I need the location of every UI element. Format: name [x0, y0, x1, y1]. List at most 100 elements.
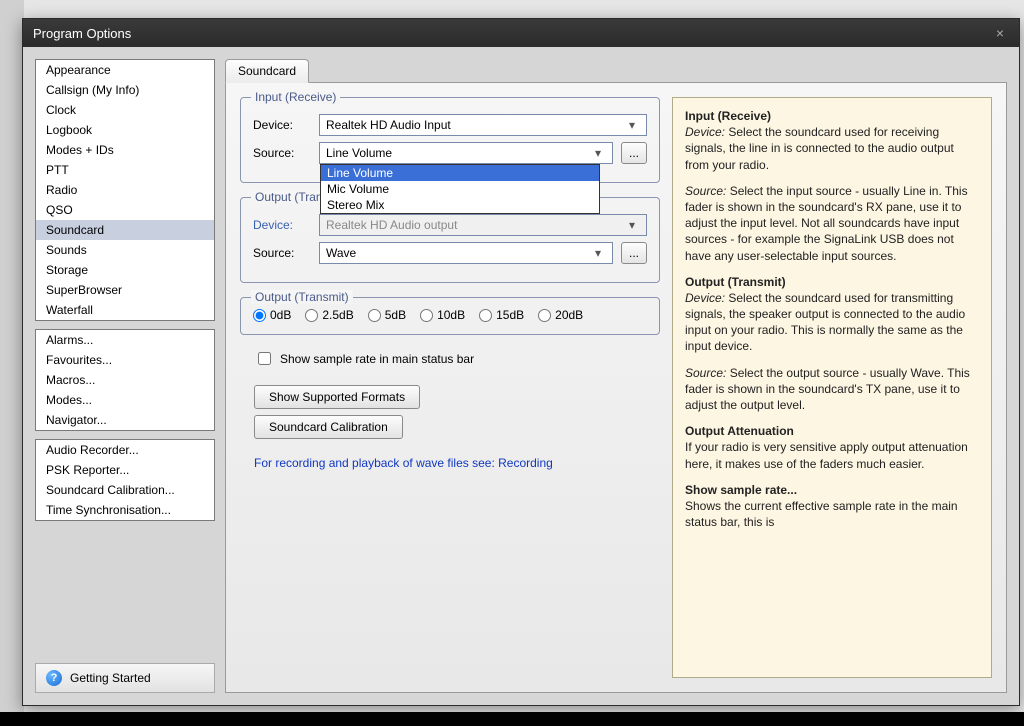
- chevron-down-icon: ▾: [624, 218, 640, 232]
- output-source-more-button[interactable]: ...: [621, 242, 647, 264]
- output-attenuation-legend: Output (Transmit): [251, 290, 353, 304]
- titlebar: Program Options ×: [23, 19, 1019, 47]
- atten-radio-2-5db[interactable]: 2.5dB: [305, 308, 353, 322]
- sidebar-item-time-sync[interactable]: Time Synchronisation...: [36, 500, 214, 520]
- atten-radio-15db[interactable]: 15dB: [479, 308, 524, 322]
- recording-link[interactable]: For recording and playback of wave files…: [254, 456, 660, 470]
- help-p3b: Select the soundcard used for transmitti…: [685, 291, 965, 354]
- source-option-line-volume[interactable]: Line Volume: [321, 165, 599, 181]
- atten-radio-input-20db[interactable]: [538, 309, 551, 322]
- help-p2a: Source:: [685, 184, 726, 198]
- nav-list-2: Alarms... Favourites... Macros... Modes.…: [35, 329, 215, 431]
- output-device-value: Realtek HD Audio output: [326, 218, 457, 232]
- show-supported-formats-button[interactable]: Show Supported Formats: [254, 385, 420, 409]
- input-source-combo[interactable]: Line Volume ▾ Line Volume Mic Volume Ste…: [319, 142, 613, 164]
- atten-radio-input-0db[interactable]: [253, 309, 266, 322]
- show-sample-rate-input[interactable]: [258, 352, 271, 365]
- sidebar-item-appearance[interactable]: Appearance: [36, 60, 214, 80]
- sidebar-item-radio[interactable]: Radio: [36, 180, 214, 200]
- atten-radio-10db[interactable]: 10dB: [420, 308, 465, 322]
- sidebar-item-alarms[interactable]: Alarms...: [36, 330, 214, 350]
- sidebar-item-waterfall[interactable]: Waterfall: [36, 300, 214, 320]
- bottom-strip: [0, 712, 1024, 726]
- output-source-combo[interactable]: Wave ▾: [319, 242, 613, 264]
- sidebar-item-navigator[interactable]: Navigator...: [36, 410, 214, 430]
- left-window-fragment: [0, 0, 24, 726]
- main-panel: Soundcard Input (Receive) Device: Realte…: [225, 59, 1007, 693]
- dialog-body: Appearance Callsign (My Info) Clock Logb…: [23, 47, 1019, 705]
- show-sample-rate-checkbox[interactable]: Show sample rate in main status bar: [254, 349, 660, 368]
- help-icon: ?: [46, 670, 62, 686]
- sidebar-item-callsign[interactable]: Callsign (My Info): [36, 80, 214, 100]
- sidebar-item-modes[interactable]: Modes...: [36, 390, 214, 410]
- close-icon[interactable]: ×: [991, 24, 1009, 42]
- help-p1a: Device:: [685, 125, 725, 139]
- source-option-mic-volume[interactable]: Mic Volume: [321, 181, 599, 197]
- nav-list-1: Appearance Callsign (My Info) Clock Logb…: [35, 59, 215, 321]
- atten-radio-20db[interactable]: 20dB: [538, 308, 583, 322]
- sidebar-item-storage[interactable]: Storage: [36, 260, 214, 280]
- help-p1b: Select the soundcard used for receiving …: [685, 125, 954, 171]
- help-panel[interactable]: Input (Receive) Device: Select the sound…: [672, 97, 992, 678]
- getting-started-label: Getting Started: [70, 671, 151, 685]
- sidebar-item-favourites[interactable]: Favourites...: [36, 350, 214, 370]
- atten-radio-0db[interactable]: 0dB: [253, 308, 291, 322]
- sidebar-item-psk-reporter[interactable]: PSK Reporter...: [36, 460, 214, 480]
- atten-radio-input-5db[interactable]: [368, 309, 381, 322]
- sidebar-item-macros[interactable]: Macros...: [36, 370, 214, 390]
- sidebar-item-logbook[interactable]: Logbook: [36, 120, 214, 140]
- atten-label-2-5db: 2.5dB: [322, 308, 353, 322]
- input-receive-legend: Input (Receive): [251, 90, 340, 104]
- atten-radio-input-10db[interactable]: [420, 309, 433, 322]
- input-device-label: Device:: [253, 118, 311, 132]
- atten-radio-input-2-5db[interactable]: [305, 309, 318, 322]
- input-device-combo[interactable]: Realtek HD Audio Input ▾: [319, 114, 647, 136]
- atten-label-20db: 20dB: [555, 308, 583, 322]
- nav-list-3: Audio Recorder... PSK Reporter... Soundc…: [35, 439, 215, 521]
- output-source-label: Source:: [253, 246, 311, 260]
- sidebar-item-superbrowser[interactable]: SuperBrowser: [36, 280, 214, 300]
- help-p5: If your radio is very sensitive apply ou…: [685, 440, 968, 470]
- input-source-value: Line Volume: [326, 146, 392, 160]
- sidebar-item-ptt[interactable]: PTT: [36, 160, 214, 180]
- help-h3: Output Attenuation: [685, 424, 794, 438]
- sidebar-item-soundcard-calibration[interactable]: Soundcard Calibration...: [36, 480, 214, 500]
- help-p4a: Source:: [685, 366, 726, 380]
- atten-radio-5db[interactable]: 5dB: [368, 308, 406, 322]
- sidebar-item-soundcard[interactable]: Soundcard: [36, 220, 214, 240]
- atten-label-5db: 5dB: [385, 308, 406, 322]
- atten-radio-input-15db[interactable]: [479, 309, 492, 322]
- ellipsis-icon: ...: [629, 146, 639, 160]
- output-attenuation-group: Output (Transmit) 0dB 2.5dB 5dB 10dB 15d…: [240, 297, 660, 335]
- tab-row: Soundcard: [225, 59, 1007, 83]
- sidebar-item-audio-recorder[interactable]: Audio Recorder...: [36, 440, 214, 460]
- atten-label-10db: 10dB: [437, 308, 465, 322]
- window-title: Program Options: [33, 26, 131, 41]
- sidebar-item-sounds[interactable]: Sounds: [36, 240, 214, 260]
- settings-column: Input (Receive) Device: Realtek HD Audio…: [240, 97, 660, 678]
- attenuation-radios: 0dB 2.5dB 5dB 10dB 15dB 20dB: [253, 308, 647, 322]
- chevron-down-icon: ▾: [590, 146, 606, 160]
- help-h4: Show sample rate...: [685, 483, 797, 497]
- tab-page: Input (Receive) Device: Realtek HD Audio…: [225, 82, 1007, 693]
- sidebar-item-qso[interactable]: QSO: [36, 200, 214, 220]
- sidebar-item-clock[interactable]: Clock: [36, 100, 214, 120]
- output-device-label: Device:: [253, 218, 311, 232]
- help-p2b: Select the input source - usually Line i…: [685, 184, 968, 263]
- chevron-down-icon: ▾: [590, 246, 606, 260]
- input-source-dropdown: Line Volume Mic Volume Stereo Mix: [320, 164, 600, 214]
- options-dialog: Program Options × Appearance Callsign (M…: [22, 18, 1020, 706]
- help-h1: Input (Receive): [685, 109, 771, 123]
- soundcard-calibration-button[interactable]: Soundcard Calibration: [254, 415, 403, 439]
- sidebar-item-modes-ids[interactable]: Modes + IDs: [36, 140, 214, 160]
- tab-soundcard[interactable]: Soundcard: [225, 59, 309, 83]
- input-source-more-button[interactable]: ...: [621, 142, 647, 164]
- input-receive-group: Input (Receive) Device: Realtek HD Audio…: [240, 97, 660, 183]
- help-p3a: Device:: [685, 291, 725, 305]
- show-sample-rate-label: Show sample rate in main status bar: [280, 352, 474, 366]
- chevron-down-icon: ▾: [624, 118, 640, 132]
- source-option-stereo-mix[interactable]: Stereo Mix: [321, 197, 599, 213]
- output-device-combo: Realtek HD Audio output ▾: [319, 214, 647, 236]
- atten-label-15db: 15dB: [496, 308, 524, 322]
- getting-started-button[interactable]: ? Getting Started: [35, 663, 215, 693]
